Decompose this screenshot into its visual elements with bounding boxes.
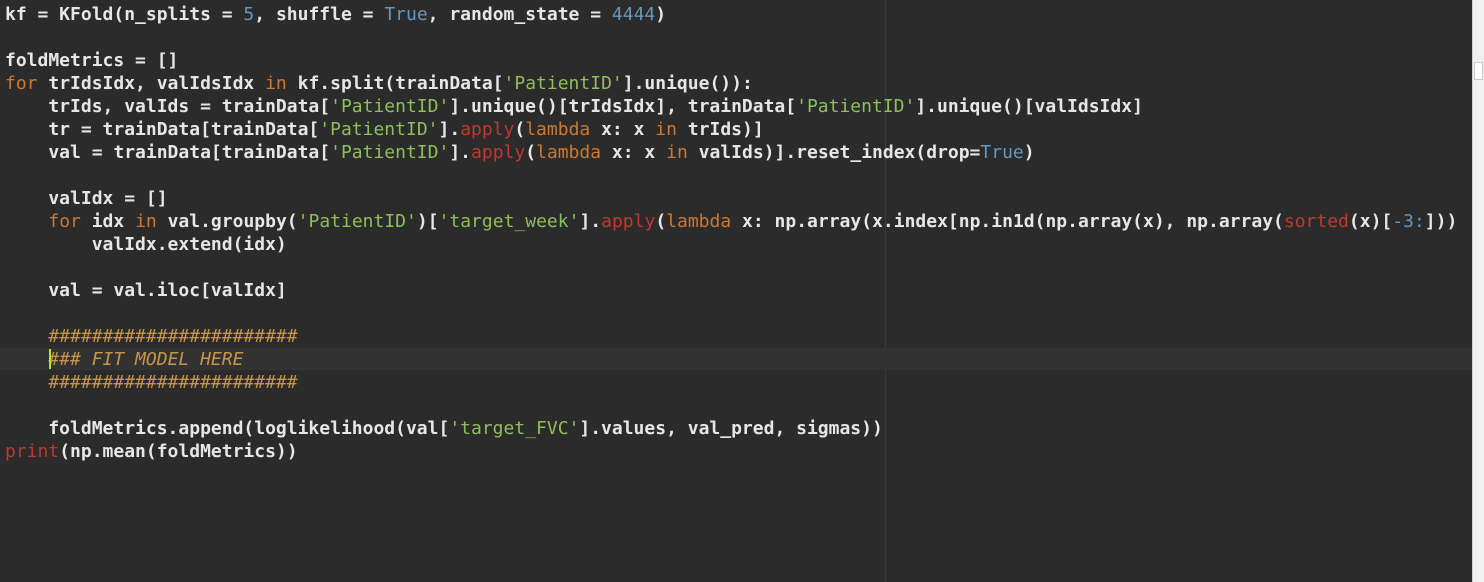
code-token-plain: ].unique()): [622,73,753,94]
code-token-builtin: apply [460,119,515,140]
code-line[interactable]: trIds, valIds = trainData['PatientID'].u… [5,95,1457,118]
vertical-scrollbar[interactable] [1472,0,1484,582]
code-token-plain: kf = KFold(n_splits = [5,4,244,25]
code-line[interactable]: ####################### [5,371,1457,394]
text-cursor [49,349,51,369]
code-token-plain: ])) [1424,211,1458,232]
code-line[interactable]: valIdx = [] [5,187,1457,210]
code-token-keyword: in [265,73,287,94]
code-token-keyword: in [655,119,677,140]
code-token-plain: ( [525,142,537,163]
code-line[interactable]: foldMetrics = [] [5,49,1457,72]
code-token-number: -3: [1392,211,1425,232]
code-token-plain: ) [1023,142,1035,163]
code-token-number: 5 [243,4,255,25]
code-token-plain: trIdsIdx, valIdsIdx [37,73,266,94]
code-token-plain: valIds)].reset_index(drop= [687,142,981,163]
code-token-keyword: in [666,142,688,163]
code-line[interactable]: val = trainData[trainData['PatientID'].a… [5,141,1457,164]
code-line[interactable]: kf = KFold(n_splits = 5, shuffle = True,… [5,3,1457,26]
code-line[interactable]: print(np.mean(foldMetrics)) [5,440,1457,463]
code-token-plain: )[ [416,211,439,232]
code-token-plain: x: x [601,142,667,163]
code-token-string: 'PatientID' [319,119,439,140]
code-token-keyword: lambda [525,119,591,140]
code-token-plain: ) [655,4,667,25]
code-token-plain: tr = trainData[trainData[ [5,119,320,140]
code-token-plain: , shuffle = [254,4,385,25]
code-token-string: 'PatientID' [330,96,450,117]
code-token-builtin: apply [601,211,656,232]
code-token-plain: val = trainData[trainData[ [5,142,331,163]
code-token-keyword: in [135,211,157,232]
code-token-const: True [384,4,428,25]
code-line[interactable]: ​ [5,302,1457,325]
code-line[interactable]: tr = trainData[trainData['PatientID'].ap… [5,118,1457,141]
code-token-plain: x: x [590,119,656,140]
code-token-plain: ].unique()[trIdsIdx], trainData[ [449,96,797,117]
code-token-plain: valIdx.extend(idx) [5,234,287,255]
code-area[interactable]: kf = KFold(n_splits = 5, shuffle = True,… [5,3,1457,463]
code-token-string: 'target_week' [438,211,580,232]
code-token-plain: trIds)] [676,119,764,140]
code-line[interactable]: for trIdsIdx, valIdsIdx in kf.split(trai… [5,72,1457,95]
code-token-const: True [980,142,1024,163]
code-token-builtin: sorted [1283,211,1349,232]
code-token-plain: kf.split(trainData[ [286,73,504,94]
code-token-keyword: lambda [536,142,602,163]
code-line[interactable]: ​ [5,394,1457,417]
code-token-plain: ]. [449,142,472,163]
code-token-builtin: print [5,441,60,462]
code-token-number: 4444 [611,4,656,25]
code-token-plain: valIdx = [] [5,188,168,209]
code-token-plain: val.groupby( [156,211,298,232]
code-token-plain: foldMetrics.append(loglikelihood(val[ [5,418,450,439]
code-token-plain: ].unique()[valIdsIdx] [915,96,1143,117]
code-token-comment: ### FIT MODEL HERE [48,349,244,370]
code-token-keyword: for [5,73,38,94]
code-line[interactable]: ​ [5,26,1457,49]
code-line[interactable]: ​ [5,164,1457,187]
code-token-plain: val = val.iloc[valIdx] [5,280,287,301]
code-token-plain: (np.mean(foldMetrics)) [59,441,298,462]
code-token-keyword: for [48,211,81,232]
code-token-string: 'PatientID' [297,211,417,232]
code-line[interactable]: ### FIT MODEL HERE [5,348,1457,371]
code-line[interactable]: valIdx.extend(idx) [5,233,1457,256]
code-token-string: 'target_FVC' [449,418,580,439]
code-token-keyword: lambda [666,211,732,232]
code-line[interactable]: foldMetrics.append(loglikelihood(val['ta… [5,417,1457,440]
code-line[interactable]: val = val.iloc[valIdx] [5,279,1457,302]
code-token-plain: trIds, valIds = trainData[ [5,96,331,117]
scrollbar-thumb[interactable] [1474,62,1483,80]
code-token-plain: , random_state = [427,4,612,25]
code-token-plain: ]. [438,119,461,140]
code-token-plain: (x)[ [1348,211,1393,232]
code-line[interactable]: for idx in val.groupby('PatientID')['tar… [5,210,1457,233]
code-token-string: 'PatientID' [503,73,623,94]
code-token-plain: ( [655,211,667,232]
code-token-hash: ####################### [48,372,298,393]
code-token-plain: ( [514,119,526,140]
code-token-plain: x: np.array(x.index[np.in1d(np.array(x),… [731,211,1284,232]
code-line[interactable]: ​ [5,256,1457,279]
code-token-string: 'PatientID' [330,142,450,163]
code-token-builtin: apply [471,142,526,163]
code-token-plain: ]. [579,211,602,232]
code-token-plain: idx [80,211,136,232]
code-line[interactable]: ####################### [5,325,1457,348]
code-token-string: 'PatientID' [796,96,916,117]
code-editor[interactable]: kf = KFold(n_splits = 5, shuffle = True,… [0,0,1472,582]
code-token-plain: foldMetrics = [] [5,50,179,71]
code-token-plain: ].values, val_pred, sigmas)) [579,418,883,439]
code-token-hash: ####################### [48,326,298,347]
